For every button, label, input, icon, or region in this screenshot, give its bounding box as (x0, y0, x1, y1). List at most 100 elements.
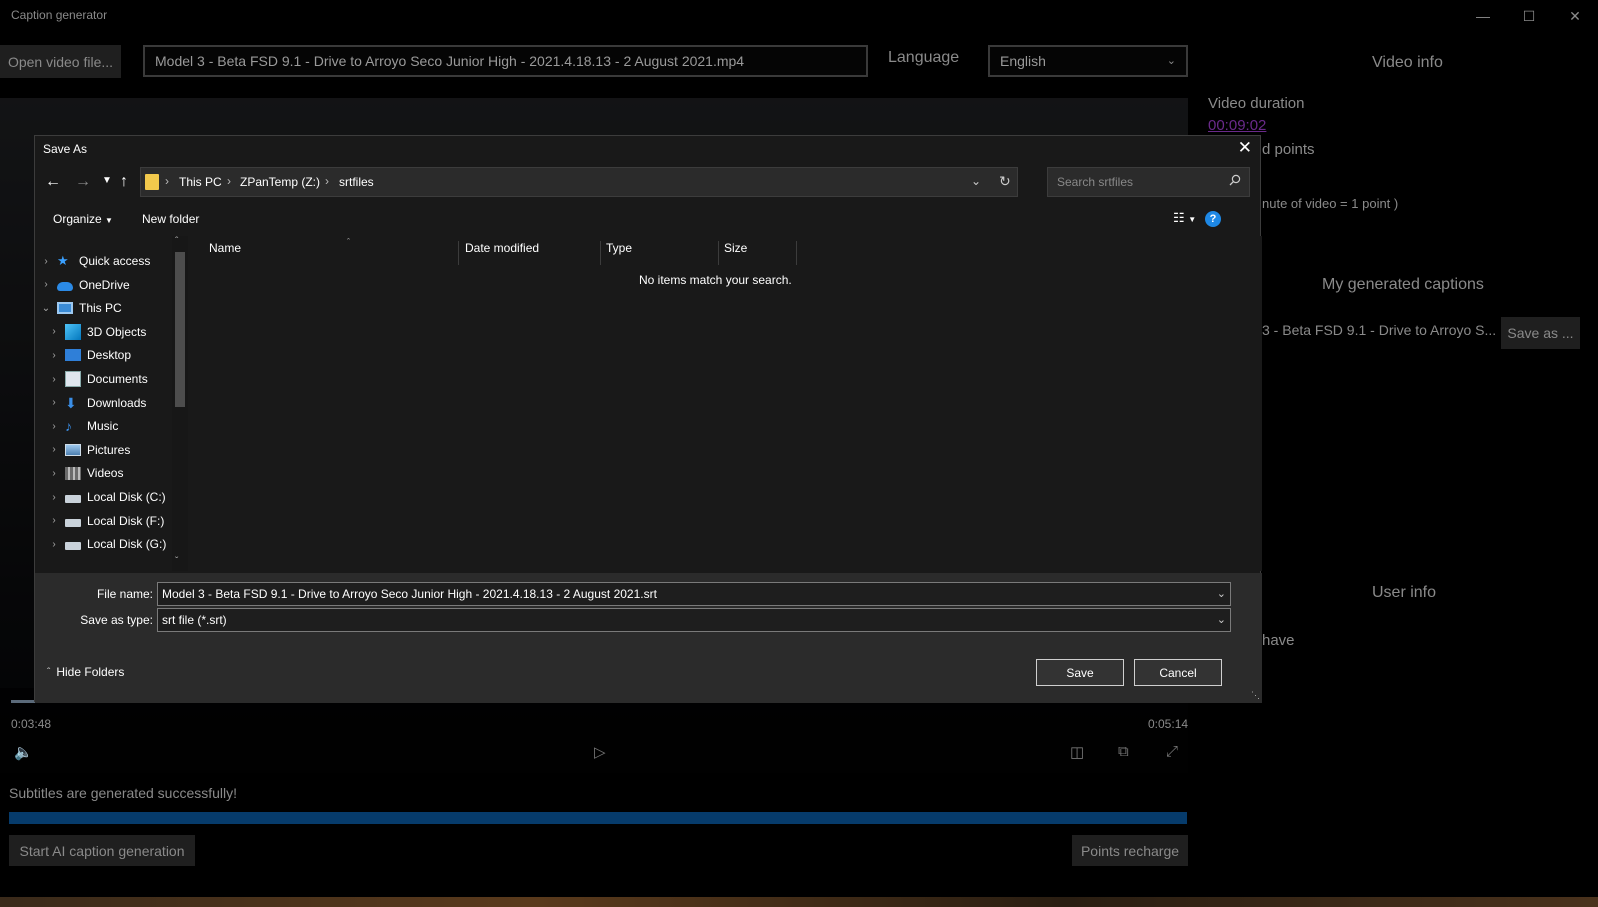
breadcrumb-zpantemp[interactable]: ZPanTemp (Z:) (240, 175, 320, 189)
volume-icon[interactable]: 🔈 (14, 743, 33, 761)
column-type[interactable]: Type (606, 241, 716, 265)
cast-icon[interactable]: ⧉ (1118, 743, 1129, 760)
chevron-right-icon[interactable]: › (49, 374, 59, 385)
video-duration-value[interactable]: 00:09:02 (1208, 117, 1266, 134)
save-type-label: Save as type: (80, 613, 153, 627)
breadcrumb-chevron-icon[interactable]: › (227, 174, 231, 188)
start-caption-generation-button[interactable]: Start AI caption generation (9, 835, 195, 866)
search-box[interactable]: Search srtfiles (1047, 167, 1250, 197)
resize-grip-icon[interactable]: ⋱ (1251, 690, 1260, 701)
address-bar[interactable]: › This PC › ZPanTemp (Z:) › srtfiles ⌄ ↻ (140, 167, 1018, 197)
nav-item-downloads[interactable]: › ⬇ Downloads (49, 392, 146, 414)
chevron-right-icon[interactable]: › (49, 397, 59, 408)
scroll-down-icon[interactable]: ˇ (175, 556, 178, 567)
open-video-button[interactable]: Open video file... (0, 45, 121, 78)
chevron-right-icon[interactable]: › (49, 468, 59, 479)
fullscreen-icon[interactable]: ⤢ (1166, 743, 1178, 760)
nav-item-label: Local Disk (F:) (87, 513, 165, 528)
view-options-icon[interactable]: ☷ ▼ (1173, 210, 1196, 226)
chevron-down-icon[interactable]: ⌄ (1217, 613, 1226, 626)
nav-item-desktop[interactable]: › Desktop (49, 344, 131, 366)
file-name-input[interactable]: Model 3 - Beta FSD 9.1 - Drive to Arroyo… (157, 582, 1231, 606)
up-arrow-icon[interactable]: ↑ (120, 173, 128, 191)
nav-item-local-disk-f[interactable]: › Local Disk (F:) (49, 510, 164, 532)
breadcrumb-srtfiles[interactable]: srtfiles (339, 175, 374, 189)
cancel-button[interactable]: Cancel (1134, 659, 1222, 686)
nav-item-documents[interactable]: › Documents (49, 368, 148, 390)
maximize-icon[interactable]: ☐ (1506, 0, 1552, 32)
back-arrow-icon[interactable]: ← (45, 173, 61, 191)
nav-item-this-pc[interactable]: ⌄ This PC (41, 297, 122, 319)
column-divider[interactable] (796, 241, 797, 265)
recent-locations-chevron-icon[interactable]: ▼ (102, 175, 112, 186)
scroll-up-icon[interactable]: ˆ (175, 236, 178, 247)
close-window-icon[interactable]: ✕ (1552, 0, 1598, 32)
breadcrumb-chevron-icon[interactable]: › (325, 174, 329, 188)
nav-item-music[interactable]: › ♪ Music (49, 415, 118, 437)
play-icon[interactable]: ▷ (594, 743, 606, 761)
scroll-thumb[interactable] (175, 252, 185, 407)
nav-item-3d-objects[interactable]: › 3D Objects (49, 321, 146, 343)
chevron-right-icon[interactable]: › (49, 350, 59, 361)
chevron-down-icon[interactable]: ⌄ (1217, 587, 1226, 600)
nav-item-local-disk-c[interactable]: › Local Disk (C:) (49, 486, 165, 508)
new-folder-button[interactable]: New folder (142, 212, 199, 226)
column-size[interactable]: Size (724, 241, 794, 265)
video-path-field[interactable]: Model 3 - Beta FSD 9.1 - Drive to Arroyo… (143, 45, 868, 77)
chevron-right-icon[interactable]: › (49, 326, 59, 337)
column-divider[interactable] (458, 241, 459, 265)
nav-item-quick-access[interactable]: › ★ Quick access (41, 250, 150, 272)
chevron-right-icon[interactable]: › (49, 515, 59, 526)
minimize-icon[interactable]: — (1460, 0, 1506, 32)
hide-folders-toggle[interactable]: ˆ Hide Folders (47, 665, 124, 679)
nav-item-videos[interactable]: › Videos (49, 462, 123, 484)
breadcrumb-this-pc[interactable]: This PC (179, 175, 222, 189)
forward-arrow-icon[interactable]: → (75, 173, 91, 191)
save-options-pane: File name: Model 3 - Beta FSD 9.1 - Driv… (35, 573, 1262, 703)
search-icon[interactable] (1229, 174, 1241, 186)
breadcrumb-chevron-icon[interactable]: › (165, 174, 169, 188)
nav-item-label: 3D Objects (87, 324, 147, 339)
nav-item-label: Documents (87, 372, 148, 386)
close-icon[interactable]: ✕ (1238, 138, 1252, 158)
total-time: 0:05:14 (1148, 717, 1189, 731)
save-type-value: srt file (*.srt) (162, 613, 227, 627)
title-bar: Caption generator — ☐ ✕ (0, 0, 1598, 32)
column-name[interactable]: Name ˆ (209, 237, 459, 265)
navigation-row: ← → ▼ ↑ › This PC › ZPanTemp (Z:) › srtf… (35, 166, 1262, 202)
nav-item-pictures[interactable]: › Pictures (49, 439, 130, 461)
save-button[interactable]: Save (1036, 659, 1124, 686)
points-recharge-button[interactable]: Points recharge (1072, 835, 1188, 866)
navigation-pane: › ★ Quick access › OneDrive ⌄ This PC › 3D Objec… (35, 236, 189, 571)
language-select[interactable]: English ⌄ (988, 45, 1188, 77)
dialog-title: Save As (43, 142, 88, 156)
nav-item-onedrive[interactable]: › OneDrive (41, 274, 129, 296)
language-label: Language (888, 49, 960, 66)
chevron-down-icon[interactable]: ⌄ (41, 303, 51, 314)
save-as-dialog: Save As ✕ ← → ▼ ↑ › This PC › ZPanTemp (… (34, 135, 1262, 703)
refresh-icon[interactable]: ↻ (999, 173, 1011, 190)
captions-icon[interactable]: ◫ (1070, 743, 1084, 761)
chevron-right-icon[interactable]: › (49, 539, 59, 550)
caption-save-as-button[interactable]: Save as ... (1501, 317, 1580, 349)
chevron-right-icon[interactable]: › (41, 256, 51, 267)
help-icon[interactable]: ? (1205, 211, 1221, 227)
column-divider[interactable] (718, 241, 719, 265)
chevron-right-icon[interactable]: › (41, 279, 51, 290)
chevron-right-icon[interactable]: › (49, 444, 59, 455)
organize-menu[interactable]: Organize ▼ (53, 212, 113, 226)
drive-icon (65, 518, 81, 527)
search-placeholder: Search srtfiles (1057, 175, 1134, 189)
navigation-scrollbar[interactable]: ˆ ˇ (172, 236, 188, 571)
save-type-select[interactable]: srt file (*.srt) ⌄ (157, 608, 1231, 632)
music-icon: ♪ (65, 418, 72, 435)
points-label: d points (1262, 141, 1315, 158)
chevron-right-icon[interactable]: › (49, 492, 59, 503)
column-divider[interactable] (600, 241, 601, 265)
nav-item-local-disk-g[interactable]: › Local Disk (G:) (49, 533, 166, 555)
language-value: English (1000, 53, 1046, 69)
chevron-right-icon[interactable]: › (49, 421, 59, 432)
address-dropdown-icon[interactable]: ⌄ (971, 174, 981, 188)
caption-list-item[interactable]: 3 - Beta FSD 9.1 - Drive to Arroyo S... (1262, 322, 1496, 338)
column-date-modified[interactable]: Date modified (465, 241, 605, 265)
